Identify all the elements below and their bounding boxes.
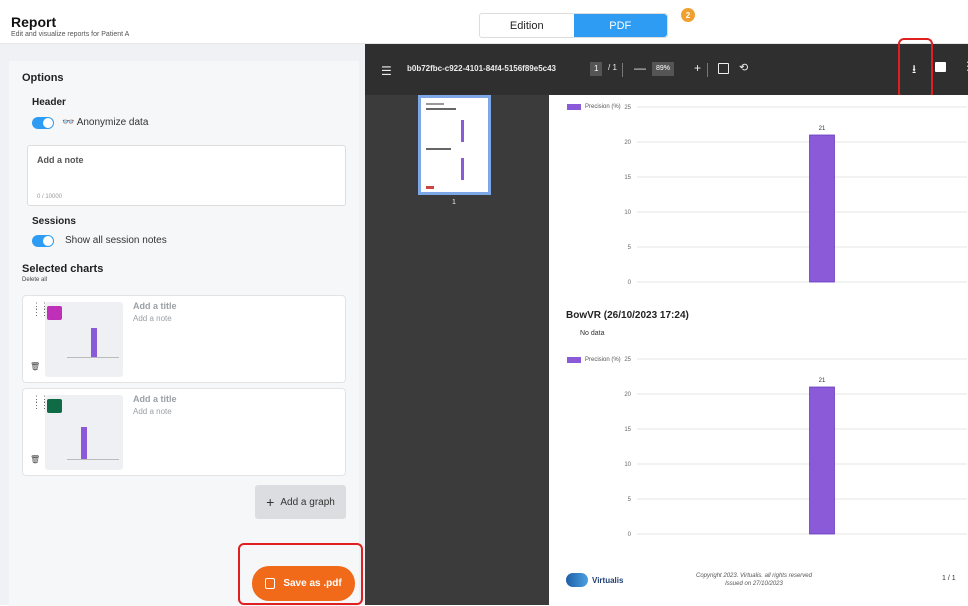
- y-tick-label: 10: [624, 462, 631, 468]
- chart-bar: [809, 386, 835, 535]
- logo-text: Virtualis: [592, 575, 624, 585]
- thumbnail-axis: [67, 459, 119, 460]
- rotate-icon[interactable]: ⟲: [739, 61, 748, 74]
- thumbnail-bar: [81, 427, 87, 459]
- note-placeholder: Add a note: [37, 155, 84, 165]
- issued-date-line: Issued on 27/10/2023: [725, 581, 783, 587]
- chart-note-field[interactable]: Add a note: [133, 314, 172, 323]
- page-number-input[interactable]: 1: [590, 62, 603, 76]
- page-thumbnail[interactable]: [418, 95, 491, 195]
- menu-icon[interactable]: ☰: [381, 64, 392, 78]
- y-tick-label: 5: [628, 245, 632, 251]
- highlight-download-annotation: [898, 38, 933, 99]
- add-graph-label: Add a graph: [280, 496, 335, 508]
- y-tick-label: 10: [624, 210, 631, 216]
- y-tick-label: 15: [624, 175, 631, 181]
- y-tick-label: 5: [628, 497, 632, 503]
- bar-data-label: 21: [819, 126, 826, 132]
- anonymize-row: 👓 Anonymize data: [62, 117, 148, 128]
- delete-all-link[interactable]: Delete all: [22, 277, 47, 283]
- trash-icon[interactable]: 🗑: [30, 362, 40, 371]
- logo-mark: [566, 573, 588, 587]
- zoom-in-button[interactable]: +: [694, 61, 701, 75]
- page-total-value: 1: [612, 63, 617, 72]
- print-icon[interactable]: [935, 62, 946, 72]
- session-notes-label: Show all session notes: [65, 235, 167, 246]
- chart-title-field[interactable]: Add a title: [133, 394, 177, 404]
- sessions-section-label: Sessions: [32, 216, 76, 227]
- thumbnail-page-number: 1: [452, 199, 456, 206]
- selected-chart-card: ⋮⋮ ⋮⋮ Add a title Add a note 🗑: [22, 295, 346, 383]
- y-tick-label: 20: [624, 392, 631, 398]
- chart-title-field[interactable]: Add a title: [133, 301, 177, 311]
- toolbar-divider: [707, 63, 708, 77]
- trash-icon[interactable]: 🗑: [30, 455, 40, 464]
- y-tick-label: 25: [624, 105, 631, 111]
- top-bar: Report Edit and visualize reports for Pa…: [0, 0, 968, 44]
- legend-swatch: [567, 104, 581, 110]
- report-note-field[interactable]: Add a note 0 / 10000: [27, 145, 346, 206]
- fit-page-icon[interactable]: [718, 63, 729, 74]
- no-data-text: No data: [580, 330, 605, 337]
- y-tick-label: 25: [624, 357, 631, 363]
- bar-chart: 0 5 10 15 20 25 21: [624, 105, 967, 286]
- toolbar-divider: [622, 63, 623, 77]
- footer-page-number: 1 / 1: [942, 575, 956, 582]
- tab-edition[interactable]: Edition: [480, 14, 574, 37]
- exercise-icon: [47, 306, 62, 320]
- highlight-save-annotation: [238, 543, 363, 605]
- thumbnail-preview: [426, 103, 464, 189]
- view-toggle: Edition PDF: [479, 13, 668, 38]
- page-subtitle: Edit and visualize reports for Patient A: [11, 31, 130, 38]
- target-icon: [47, 399, 62, 413]
- zoom-level[interactable]: 89%: [652, 62, 675, 76]
- pdf-page: Precision (%) 0 5 10 15 20 25 21 BowVR (26/10/…: [549, 95, 968, 605]
- thumbnail-axis: [67, 357, 119, 358]
- anonymize-switch[interactable]: [32, 117, 54, 129]
- chart-thumbnail: [45, 302, 123, 377]
- zoom-out-button[interactable]: —: [634, 61, 646, 75]
- options-title: Options: [22, 72, 64, 84]
- tab-pdf[interactable]: PDF: [573, 14, 667, 37]
- more-icon[interactable]: ⋮: [962, 59, 968, 73]
- selected-charts-title: Selected charts: [22, 263, 104, 275]
- y-tick-label: 0: [628, 280, 632, 286]
- chart-thumbnail: [45, 395, 123, 470]
- page-title: Report: [11, 14, 57, 30]
- chart-note-field[interactable]: Add a note: [133, 407, 172, 416]
- thumbnail-bar: [91, 328, 97, 357]
- session-notes-switch[interactable]: [32, 235, 54, 247]
- note-char-counter: 0 / 10000: [37, 194, 63, 200]
- pdf-filename: b0b72fbc-c922-4101-84f4-5156f89e5c43: [407, 64, 556, 73]
- bar-data-label: 21: [819, 378, 826, 384]
- anonymize-label: Anonymize data: [76, 117, 149, 128]
- session-title: BowVR (26/10/2023 17:24): [566, 310, 689, 321]
- selected-chart-card: ⋮⋮ ⋮⋮ Add a title Add a note 🗑: [22, 388, 346, 476]
- virtualis-logo: Virtualis: [566, 573, 623, 587]
- add-graph-button[interactable]: + Add a graph: [255, 485, 346, 519]
- y-tick-label: 20: [624, 140, 631, 146]
- bar-chart: 0 5 10 15 20 25 21: [624, 357, 967, 538]
- incognito-icon: 👓: [62, 117, 75, 128]
- y-tick-label: 15: [624, 427, 631, 433]
- legend-swatch: [567, 357, 581, 363]
- copyright-line: Copyright 2023. Virtualis. all rights re…: [696, 573, 812, 579]
- pdf-count-badge: 2: [681, 8, 695, 22]
- plus-icon: +: [266, 494, 275, 510]
- header-section-label: Header: [32, 97, 66, 108]
- y-tick-label: 0: [628, 532, 632, 538]
- page-total: / 1: [608, 63, 617, 72]
- pdf-toolbar: ☰ b0b72fbc-c922-4101-84f4-5156f89e5c43 1…: [365, 44, 968, 95]
- chart-bar: [809, 134, 835, 283]
- footer-copyright: Copyright 2023. Virtualis. all rights re…: [669, 572, 839, 588]
